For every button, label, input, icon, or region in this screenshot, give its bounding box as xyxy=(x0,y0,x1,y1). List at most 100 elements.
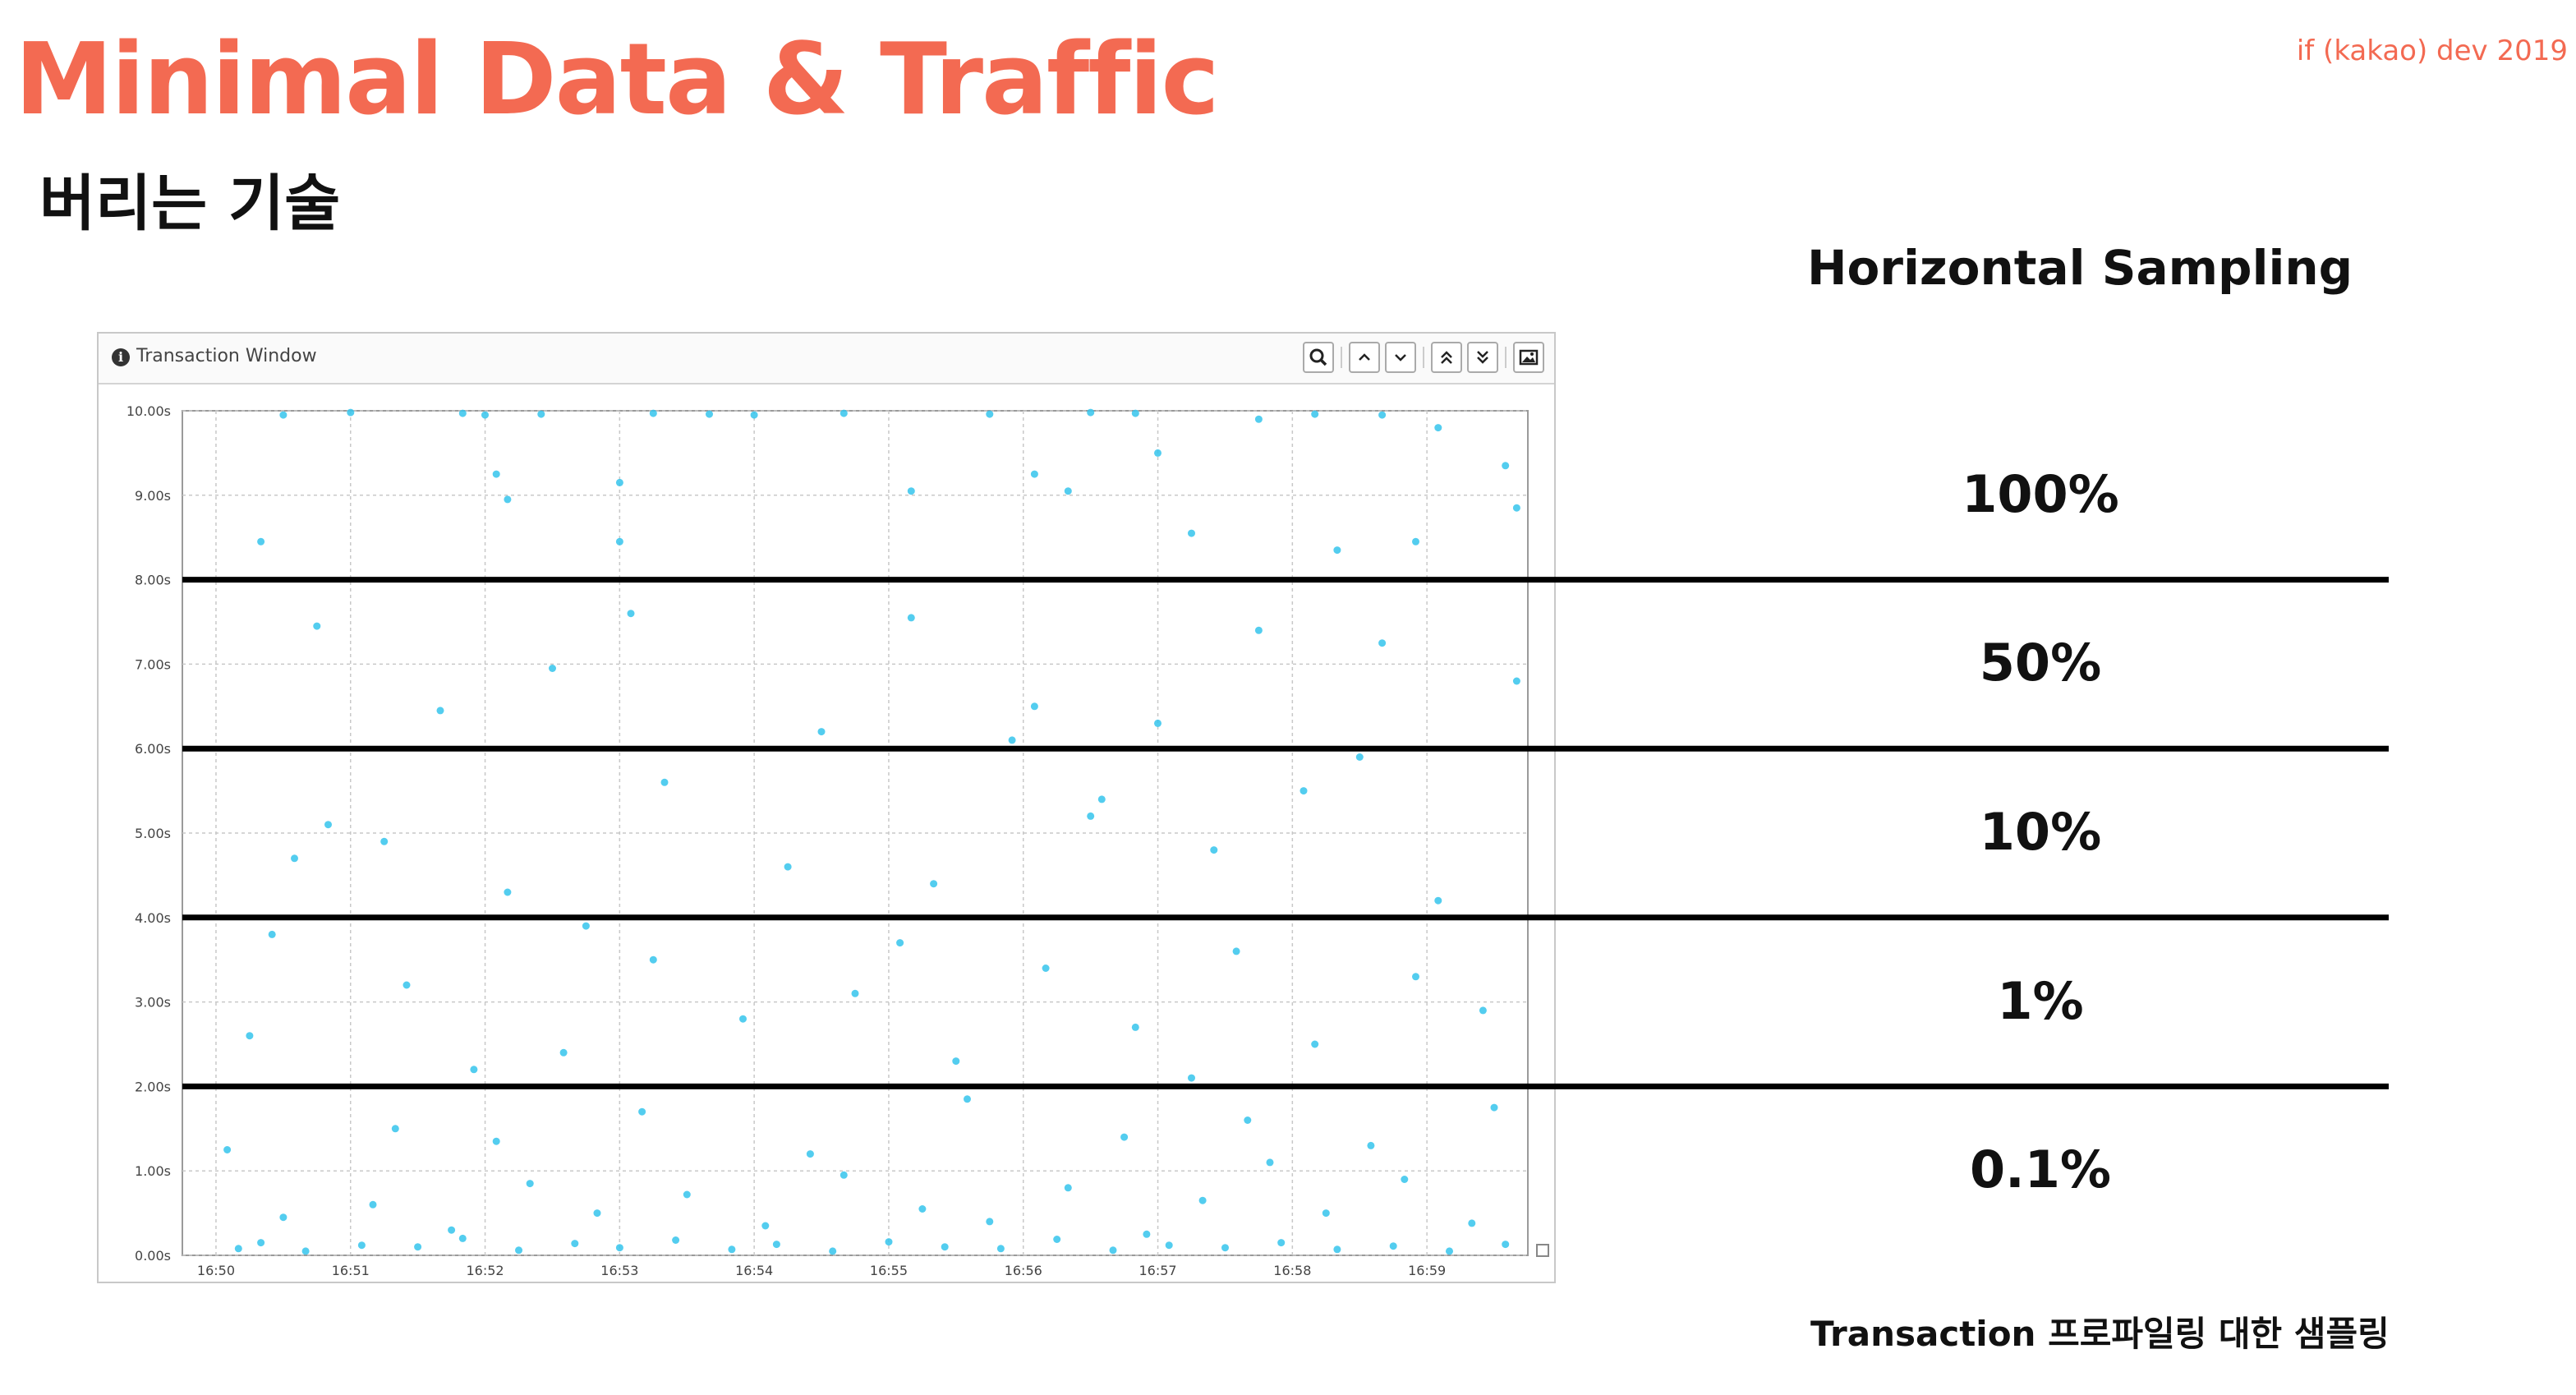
y-tick-label: 6.00s xyxy=(135,741,171,757)
data-point xyxy=(986,410,994,418)
data-point xyxy=(1210,846,1218,854)
data-point xyxy=(1311,410,1319,418)
data-point xyxy=(1154,719,1162,727)
x-tick-label: 16:52 xyxy=(466,1263,504,1278)
data-point xyxy=(234,1245,242,1253)
data-point xyxy=(1188,1074,1195,1082)
data-point xyxy=(1154,449,1162,457)
data-point xyxy=(391,1125,399,1133)
data-point xyxy=(1198,1196,1207,1204)
data-point xyxy=(638,1107,646,1116)
data-point xyxy=(223,1146,232,1153)
data-point xyxy=(436,707,444,715)
data-point xyxy=(1042,965,1050,972)
data-point xyxy=(1120,1133,1129,1141)
data-point xyxy=(458,1234,467,1242)
data-point xyxy=(660,778,669,786)
data-point xyxy=(772,1241,780,1249)
y-tick-label: 10.00s xyxy=(126,403,171,419)
data-point xyxy=(1030,470,1038,478)
data-point xyxy=(1064,487,1072,495)
data-point xyxy=(448,1226,456,1234)
x-tick-label: 16:51 xyxy=(332,1263,370,1278)
data-point xyxy=(279,1213,288,1222)
data-point xyxy=(246,1032,254,1040)
data-point xyxy=(257,537,265,546)
sampling-rate-label: 100% xyxy=(1962,463,2119,524)
data-point xyxy=(907,487,915,495)
data-point xyxy=(1087,408,1095,417)
data-point xyxy=(750,411,758,419)
x-tick-label: 16:56 xyxy=(1005,1263,1042,1278)
data-point xyxy=(918,1205,927,1213)
axis-ticks: 0.00s 1.00s 2.00s 3.00s 4.00s 5.00s 6.00s 7.00s… xyxy=(126,403,1446,1278)
data-point xyxy=(1502,462,1510,470)
data-point xyxy=(526,1180,534,1188)
data-point xyxy=(414,1243,422,1251)
data-point xyxy=(840,1171,848,1179)
y-tick-label: 4.00s xyxy=(135,910,171,926)
data-point xyxy=(1277,1239,1286,1247)
data-point xyxy=(559,1048,568,1057)
data-point xyxy=(1378,639,1387,647)
x-tick-label: 16:55 xyxy=(870,1263,908,1278)
y-tick-label: 0.00s xyxy=(135,1248,171,1264)
data-point xyxy=(1254,415,1263,423)
data-point xyxy=(1378,411,1387,419)
data-point xyxy=(1322,1209,1330,1218)
x-tick-label: 16:59 xyxy=(1408,1263,1446,1278)
data-point xyxy=(1300,787,1308,795)
data-point xyxy=(1367,1141,1375,1149)
data-point xyxy=(1221,1244,1229,1252)
data-point xyxy=(1412,973,1419,981)
data-point xyxy=(1311,1040,1319,1048)
data-point xyxy=(1109,1246,1117,1255)
data-point xyxy=(615,537,623,546)
chart-grid xyxy=(182,410,1529,1256)
sampling-rate-label: 0.1% xyxy=(1970,1139,2111,1200)
data-point xyxy=(1434,896,1442,905)
data-point xyxy=(301,1247,310,1255)
x-tick-label: 16:54 xyxy=(735,1263,773,1278)
data-point xyxy=(683,1190,691,1199)
data-point xyxy=(291,854,298,863)
data-point xyxy=(515,1246,522,1255)
data-point xyxy=(1143,1230,1151,1238)
data-point xyxy=(571,1240,579,1248)
data-point xyxy=(1064,1184,1072,1192)
x-tick-label: 16:53 xyxy=(600,1263,638,1278)
data-point xyxy=(1244,1116,1252,1124)
data-point xyxy=(615,1244,623,1252)
data-point xyxy=(1512,504,1520,512)
caption: Transaction 프로파일링 대한 샘플링 xyxy=(1810,1314,2390,1354)
data-point xyxy=(504,888,512,896)
data-point xyxy=(806,1150,814,1158)
data-point xyxy=(761,1222,770,1230)
data-point xyxy=(615,478,623,486)
data-points xyxy=(223,408,1520,1255)
data-point xyxy=(1165,1241,1173,1250)
data-point xyxy=(481,411,489,419)
data-point xyxy=(649,955,657,964)
data-point xyxy=(257,1239,265,1247)
data-point xyxy=(952,1057,960,1066)
data-point xyxy=(1468,1219,1476,1227)
data-point xyxy=(1512,677,1520,685)
data-point xyxy=(941,1243,949,1251)
data-point xyxy=(357,1241,366,1250)
x-tick-label: 16:57 xyxy=(1138,1263,1176,1278)
data-point xyxy=(1008,736,1016,744)
y-tick-label: 5.00s xyxy=(135,826,171,841)
data-point xyxy=(347,408,355,417)
data-point xyxy=(1131,1023,1139,1031)
data-point xyxy=(1333,1245,1341,1254)
sampling-rate-label: 10% xyxy=(1979,802,2102,862)
data-point xyxy=(492,470,500,478)
data-point xyxy=(582,922,590,930)
data-point xyxy=(1355,753,1364,761)
data-point xyxy=(817,728,826,736)
data-point xyxy=(672,1236,680,1244)
y-tick-label: 8.00s xyxy=(135,573,171,588)
x-tick-label: 16:50 xyxy=(197,1263,235,1278)
data-point xyxy=(402,981,411,989)
